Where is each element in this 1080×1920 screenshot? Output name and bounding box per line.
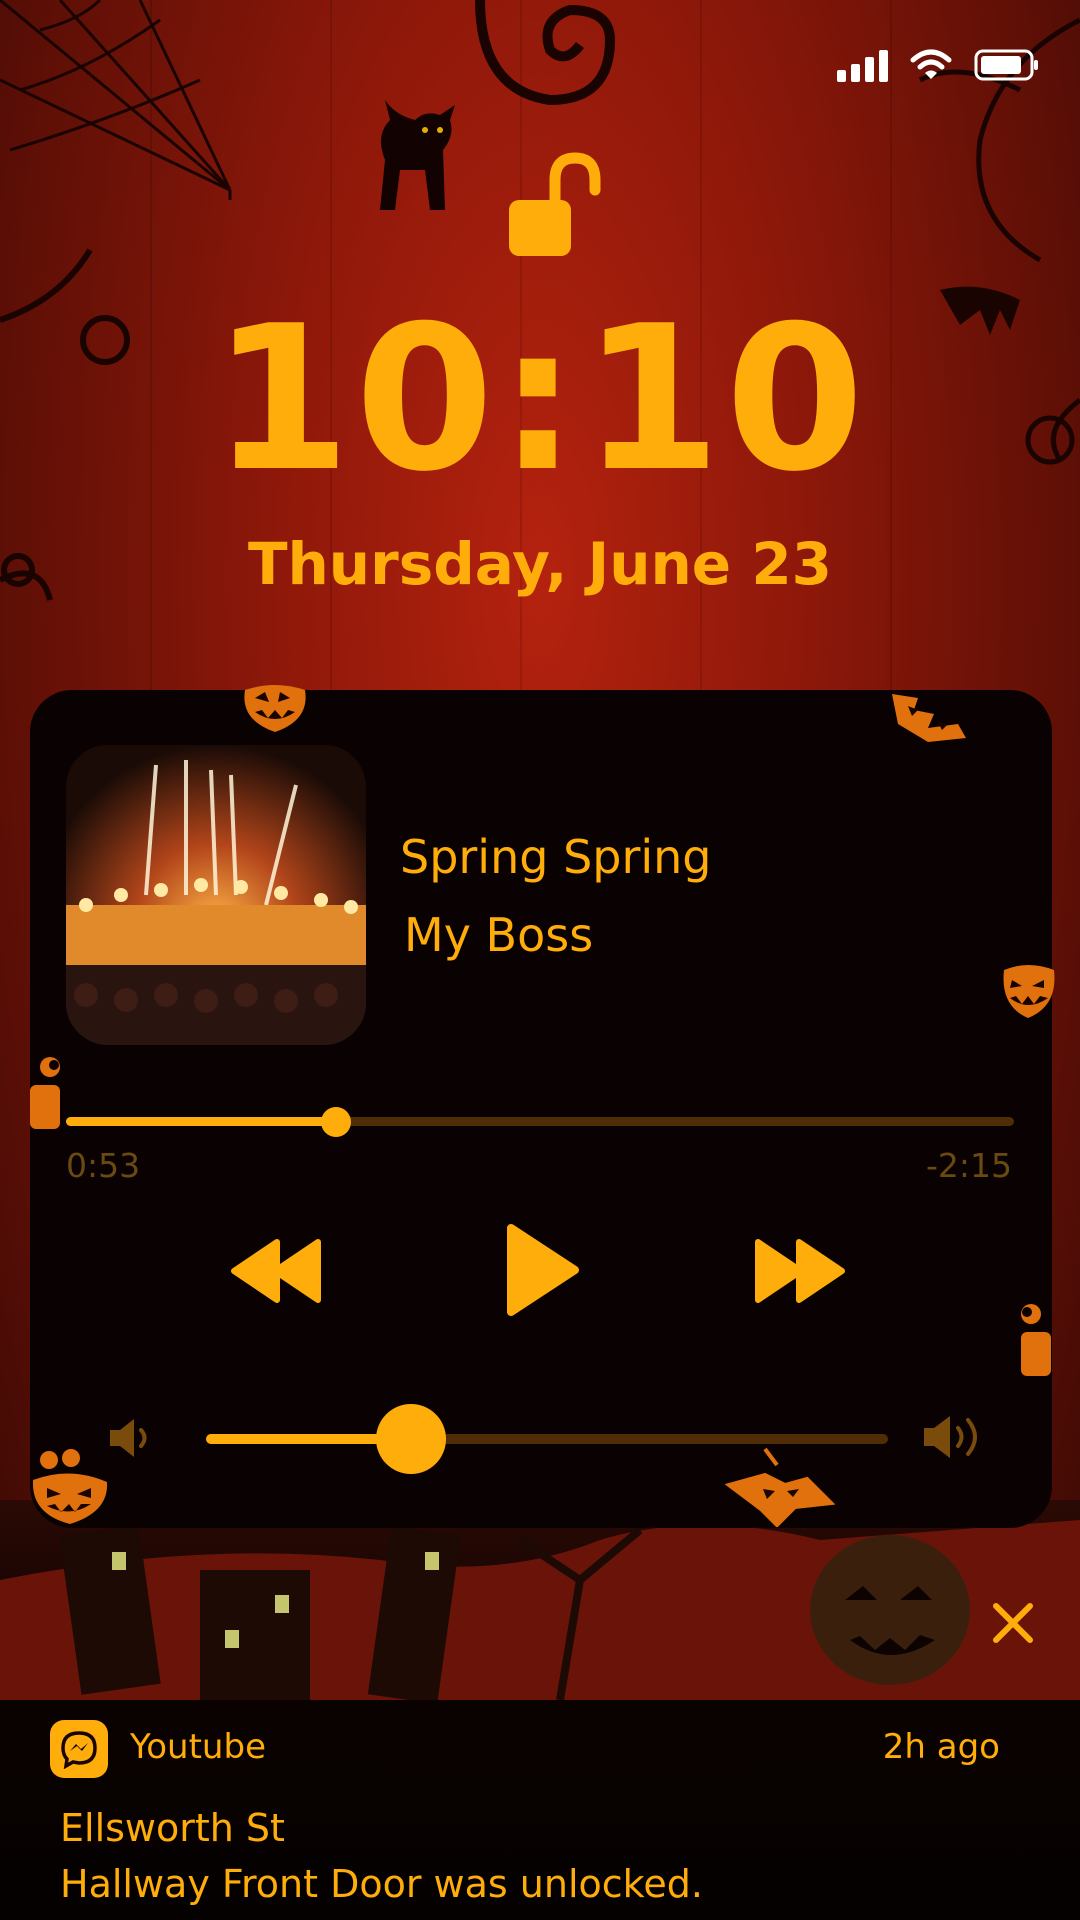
- lock-screen-time: 10:10: [211, 283, 869, 516]
- jack-o-lantern-decoration: [892, 694, 966, 742]
- progress-scrubber[interactable]: [321, 1107, 352, 1137]
- jack-o-lantern-decoration: [32, 1449, 108, 1524]
- lock-screen-date: Thursday, June 23: [247, 530, 833, 598]
- swirl-decoration: [475, 0, 616, 106]
- close-icon[interactable]: [990, 1600, 1036, 1646]
- progress-bar[interactable]: [66, 1107, 1014, 1137]
- haunted-houses-decoration: [0, 1520, 1080, 1700]
- ghost-decoration: [30, 1057, 60, 1129]
- fast-forward-icon[interactable]: [752, 1238, 846, 1304]
- remaining-time: -2:15: [925, 1146, 1012, 1185]
- spider-web-decoration: [0, 0, 232, 200]
- song-artist: My Boss: [404, 908, 594, 962]
- rewind-icon[interactable]: [230, 1238, 324, 1304]
- status-bar: [837, 48, 1040, 82]
- ghost-decoration: [1021, 1304, 1051, 1376]
- now-playing-card: Spring Spring My Boss 0:53 -2:15: [30, 690, 1052, 1528]
- unlocked-padlock-icon: [509, 152, 601, 256]
- wifi-icon: [910, 49, 952, 79]
- volume-slider[interactable]: [206, 1404, 888, 1474]
- notification-title: Ellsworth St: [60, 1806, 285, 1850]
- notification-app-name: Youtube: [130, 1727, 266, 1767]
- volume-high-icon: [924, 1416, 977, 1458]
- battery-icon: [974, 49, 1038, 81]
- elapsed-time: 0:53: [66, 1146, 141, 1185]
- signal-bars-icon: [837, 48, 888, 82]
- notification-body: Hallway Front Door was unlocked.: [60, 1862, 703, 1906]
- jack-o-lantern-decoration: [244, 685, 306, 732]
- volume-knob[interactable]: [375, 1404, 446, 1474]
- black-cat-decoration: [380, 100, 455, 210]
- progress-fill: [66, 1117, 337, 1126]
- jack-o-lantern-decoration: [1003, 965, 1055, 1018]
- play-icon[interactable]: [505, 1222, 581, 1318]
- jack-o-lantern-decoration: [725, 1447, 835, 1527]
- song-title: Spring Spring: [400, 830, 712, 884]
- album-art[interactable]: [66, 745, 366, 1045]
- messenger-icon: [50, 1720, 108, 1778]
- notification-time: 2h ago: [882, 1727, 1000, 1767]
